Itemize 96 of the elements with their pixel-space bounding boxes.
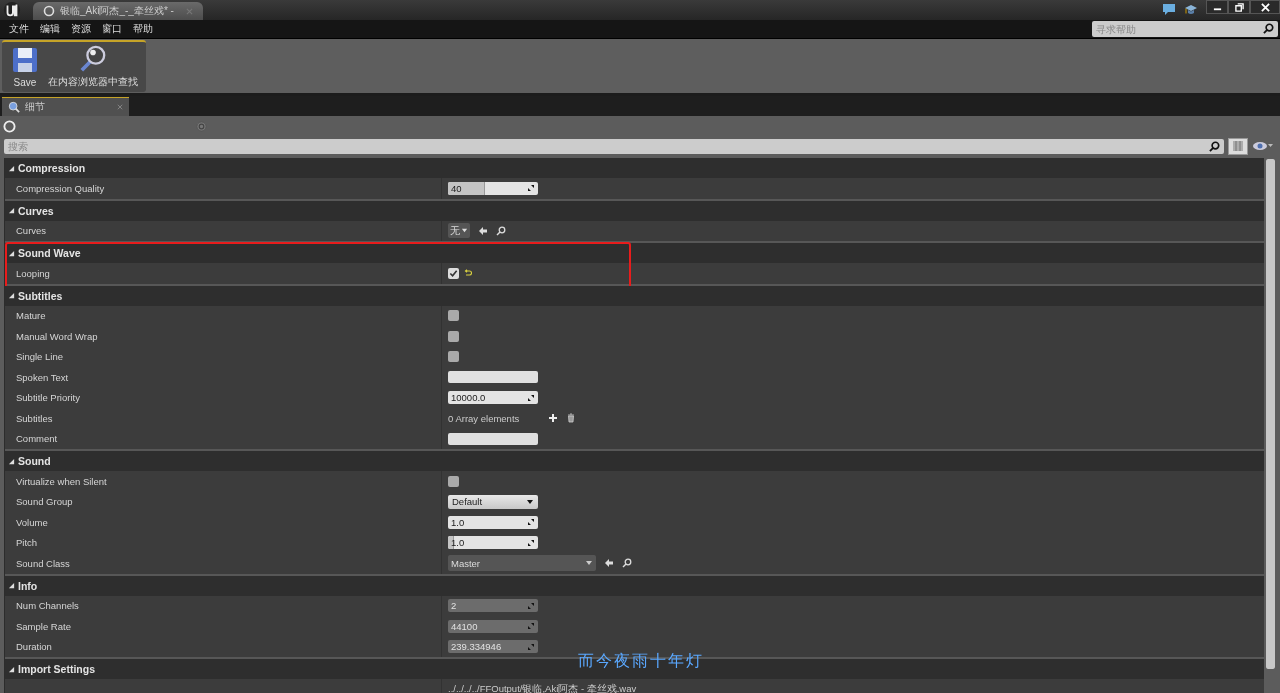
property-label: Subtitle Priority bbox=[16, 392, 80, 404]
property-label: Looping bbox=[16, 267, 50, 279]
text-field[interactable] bbox=[448, 432, 538, 445]
document-tab[interactable]: 银临_Aki阿杰_-_牵丝戏* - bbox=[33, 2, 203, 20]
drag-arrows-icon bbox=[527, 393, 535, 402]
add-icon[interactable] bbox=[548, 413, 558, 424]
section-title[interactable]: Curves bbox=[18, 204, 54, 217]
section-title[interactable]: Sound Wave bbox=[18, 247, 81, 259]
checkbox[interactable] bbox=[448, 351, 459, 363]
property-label: Sound Group bbox=[16, 496, 73, 508]
number-field[interactable]: 10000.0 bbox=[448, 391, 538, 405]
expand-arrow-icon[interactable] bbox=[8, 665, 15, 673]
drag-arrows-icon bbox=[527, 642, 535, 651]
expand-arrow-icon[interactable] bbox=[8, 207, 15, 214]
dropdown[interactable]: Default bbox=[448, 494, 538, 509]
chat-bubble-icon[interactable] bbox=[1162, 3, 1176, 17]
section-title[interactable]: Import Settings bbox=[18, 663, 95, 675]
menu-item[interactable]: 编辑 bbox=[40, 22, 60, 36]
engine-logo-icon bbox=[3, 1, 21, 19]
magnifier-icon bbox=[78, 45, 108, 73]
caret-icon bbox=[461, 227, 468, 235]
property-matrix-button[interactable] bbox=[1228, 137, 1248, 155]
left-arrow-icon[interactable] bbox=[604, 558, 614, 569]
expand-arrow-icon[interactable] bbox=[8, 292, 15, 299]
graduation-cap-icon[interactable] bbox=[1184, 3, 1198, 17]
minimize-button[interactable] bbox=[1206, 0, 1228, 14]
search-icon[interactable] bbox=[496, 225, 506, 236]
number-field[interactable]: 44100 bbox=[448, 619, 538, 633]
menu-item[interactable]: 帮助 bbox=[133, 22, 153, 36]
expand-arrow-icon[interactable] bbox=[8, 457, 15, 465]
expand-arrow-icon[interactable] bbox=[8, 582, 15, 589]
menu-item[interactable]: 文件 bbox=[9, 22, 29, 36]
number-field[interactable]: 239.334946 bbox=[448, 640, 538, 654]
text-field[interactable] bbox=[448, 371, 538, 384]
left-arrow-icon[interactable] bbox=[478, 225, 488, 236]
toolbar-button[interactable]: 在内容浏览器中查找 bbox=[44, 43, 142, 91]
property-label: Num Channels bbox=[16, 600, 79, 612]
property-label: Compression Quality bbox=[16, 182, 105, 194]
caption-text: 而今夜雨十年灯 bbox=[578, 652, 704, 670]
property-label: Spoken Text bbox=[16, 371, 69, 383]
section-title[interactable]: Compression bbox=[18, 162, 86, 174]
array-count: 0 Array elements bbox=[448, 412, 521, 424]
asset-dropdown[interactable]: Master bbox=[448, 555, 596, 572]
drag-arrows-icon bbox=[527, 622, 535, 631]
property-label: Volume bbox=[16, 516, 48, 528]
details-tab[interactable]: 细节 bbox=[2, 97, 129, 116]
property-label: Manual Word Wrap bbox=[16, 330, 98, 342]
property-label: Comment bbox=[16, 433, 58, 445]
property-label: Pitch bbox=[16, 537, 38, 549]
number-field[interactable]: 40 bbox=[448, 181, 538, 195]
number-field[interactable]: 2 bbox=[448, 599, 538, 613]
search-icon[interactable] bbox=[622, 558, 632, 569]
curve-dropdown[interactable]: 无 bbox=[448, 223, 470, 239]
menu-item[interactable]: 资源 bbox=[71, 22, 91, 36]
search-icon bbox=[1263, 23, 1274, 34]
checkbox[interactable] bbox=[448, 475, 459, 487]
drag-arrows-icon bbox=[527, 518, 535, 527]
asset-ring-icon bbox=[3, 120, 16, 133]
number-field[interactable]: 1.0 bbox=[448, 515, 538, 529]
eye-icon[interactable] bbox=[1252, 140, 1274, 152]
expand-arrow-icon[interactable] bbox=[8, 249, 15, 257]
section-title[interactable]: Sound bbox=[18, 455, 51, 467]
expand-arrow-icon[interactable] bbox=[8, 164, 15, 172]
restore-icon bbox=[1234, 2, 1244, 12]
magnifier-icon bbox=[8, 101, 20, 113]
restore-button[interactable] bbox=[1228, 0, 1250, 14]
number-field[interactable]: 1.0 bbox=[448, 536, 538, 550]
property-label: Duration bbox=[16, 641, 52, 653]
scrollbar[interactable] bbox=[1266, 159, 1275, 669]
property-label: Sample Rate bbox=[16, 620, 71, 632]
checkbox[interactable] bbox=[448, 267, 459, 279]
checkbox[interactable] bbox=[448, 330, 459, 342]
close-icon bbox=[1260, 2, 1270, 12]
property-label: Mature bbox=[16, 310, 46, 322]
search-icon bbox=[1209, 140, 1220, 152]
caret-icon bbox=[526, 497, 534, 506]
property-label: Sound Class bbox=[16, 557, 70, 569]
section-title[interactable]: Subtitles bbox=[18, 289, 63, 302]
file-path: ../../../../FFOutput/银临,Aki阿杰 - 牵丝戏.wav bbox=[448, 682, 637, 693]
menu-item[interactable]: 窗口 bbox=[102, 22, 122, 36]
property-label: Subtitles bbox=[16, 412, 53, 424]
details-search-field[interactable]: 搜索 bbox=[4, 138, 1224, 154]
drag-arrows-icon bbox=[527, 184, 535, 193]
property-label: Single Line bbox=[16, 351, 63, 363]
sound-wave-asset-icon bbox=[43, 5, 55, 17]
close-button[interactable] bbox=[1250, 0, 1280, 14]
drag-arrows-icon bbox=[527, 601, 535, 610]
trash-icon[interactable] bbox=[566, 413, 576, 424]
reset-arrow-icon[interactable] bbox=[464, 269, 472, 278]
section-title[interactable]: Info bbox=[18, 579, 38, 592]
checkbox[interactable] bbox=[448, 310, 459, 322]
drag-arrows-icon bbox=[527, 538, 535, 547]
property-label: Curves bbox=[16, 225, 47, 237]
grid-icon bbox=[1232, 140, 1244, 152]
toolbar-button[interactable]: Save bbox=[6, 43, 44, 91]
property-label: Virtualize when Silent bbox=[16, 475, 107, 487]
